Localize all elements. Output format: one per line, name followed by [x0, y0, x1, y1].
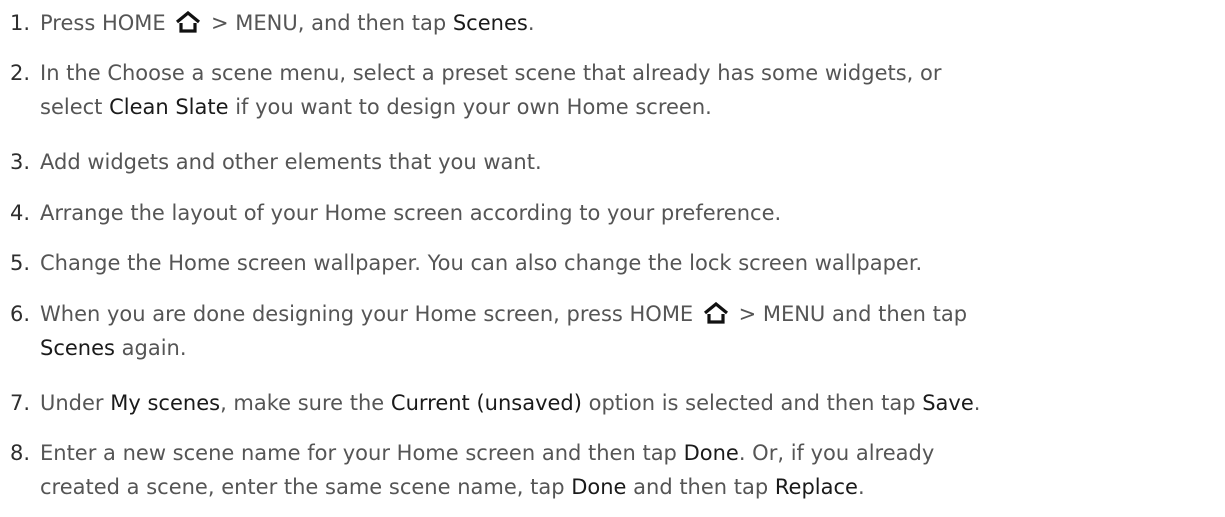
ui-term: Replace	[774, 475, 858, 499]
step-number: 8.	[10, 441, 31, 465]
step-text: Press HOME > MENU, and then tap Scenes.	[40, 6, 1225, 40]
step-text: Arrange the layout of your Home screen a…	[40, 196, 1225, 230]
step-text-segment: .	[527, 11, 535, 35]
step-item: 5. Change the Home screen wallpaper. You …	[0, 246, 1225, 280]
step-line: Change the Home screen wallpaper. You ca…	[40, 246, 1225, 280]
home-icon	[702, 302, 730, 324]
step-text-segment: if you want to design your own Home scre…	[228, 95, 712, 119]
step-item: 4. Arrange the layout of your Home screen…	[0, 196, 1225, 230]
step-number: 4.	[10, 201, 31, 225]
step-text-segment: option is selected and then tap	[581, 391, 923, 415]
step-text: In the Choose a scene menu, select a pre…	[40, 56, 1225, 124]
ui-term: My scenes	[110, 391, 221, 415]
step-line: Under My scenes, make sure the Current (…	[40, 386, 1225, 420]
step-text-segment: Add widgets and other elements that you …	[40, 150, 542, 174]
ui-term: Current (unsaved)	[390, 391, 582, 415]
step-text-segment: Enter a new scene name for your Home scr…	[40, 441, 684, 465]
step-item: 8. Enter a new scene name for your Home s…	[0, 436, 1225, 504]
step-item: 1. Press HOME > MENU, and then tap Scenes…	[0, 6, 1225, 40]
step-text-segment: Change the Home screen wallpaper. You ca…	[40, 251, 923, 275]
step-text-segment: again.	[114, 336, 187, 360]
step-item: 6. When you are done designing your Home …	[0, 297, 1225, 365]
step-text-segment: , make sure the	[220, 391, 391, 415]
step-text-segment: select	[40, 95, 110, 119]
step-line: Scenes again.	[40, 331, 1225, 365]
step-line: In the Choose a scene menu, select a pre…	[40, 56, 1225, 90]
step-text: Change the Home screen wallpaper. You ca…	[40, 246, 1225, 280]
step-line: created a scene, enter the same scene na…	[40, 470, 1225, 504]
ui-term: Clean Slate	[109, 95, 229, 119]
step-line: Add widgets and other elements that you …	[40, 145, 1225, 179]
step-text: Add widgets and other elements that you …	[40, 145, 1225, 179]
step-text: Enter a new scene name for your Home scr…	[40, 436, 1225, 504]
step-number: 1.	[10, 11, 31, 35]
ui-term: Done	[571, 475, 627, 499]
ui-term: Scenes	[452, 11, 528, 35]
step-text-segment: When you are done designing your Home sc…	[40, 302, 700, 326]
instruction-document: 1. Press HOME > MENU, and then tap Scenes…	[0, 0, 1225, 517]
step-item: 2. In the Choose a scene menu, select a p…	[0, 56, 1225, 124]
ui-term: Done	[683, 441, 739, 465]
step-text-segment: . Or, if you already	[738, 441, 935, 465]
step-line: When you are done designing your Home sc…	[40, 297, 1225, 331]
step-number: 2.	[10, 61, 31, 85]
step-line: select Clean Slate if you want to design…	[40, 90, 1225, 124]
step-text-segment: Arrange the layout of your Home screen a…	[40, 201, 782, 225]
step-line: Enter a new scene name for your Home scr…	[40, 436, 1225, 470]
ui-term: Save	[922, 391, 974, 415]
ui-term: Scenes	[40, 336, 115, 360]
step-number: 3.	[10, 150, 31, 174]
step-text-segment: and then tap	[626, 475, 775, 499]
step-number: 7.	[10, 391, 31, 415]
step-number: 5.	[10, 251, 31, 275]
step-line: Arrange the layout of your Home screen a…	[40, 196, 1225, 230]
step-text-segment: > MENU and then tap	[731, 302, 968, 326]
step-text: When you are done designing your Home sc…	[40, 297, 1225, 365]
step-text: Under My scenes, make sure the Current (…	[40, 386, 1225, 420]
step-item: 3. Add widgets and other elements that yo…	[0, 145, 1225, 179]
step-text-segment: .	[973, 391, 981, 415]
step-line: Press HOME > MENU, and then tap Scenes.	[40, 6, 1225, 40]
step-text-segment: .	[857, 475, 865, 499]
home-icon	[174, 11, 202, 33]
step-text-segment: > MENU, and then tap	[204, 11, 453, 35]
step-text-segment: In the Choose a scene menu, select a pre…	[40, 61, 942, 85]
step-text-segment: Under	[40, 391, 111, 415]
step-text-segment: created a scene, enter the same scene na…	[40, 475, 572, 499]
step-item: 7. Under My scenes, make sure the Current…	[0, 386, 1225, 420]
step-number: 6.	[10, 302, 31, 326]
step-text-segment: Press HOME	[40, 11, 173, 35]
